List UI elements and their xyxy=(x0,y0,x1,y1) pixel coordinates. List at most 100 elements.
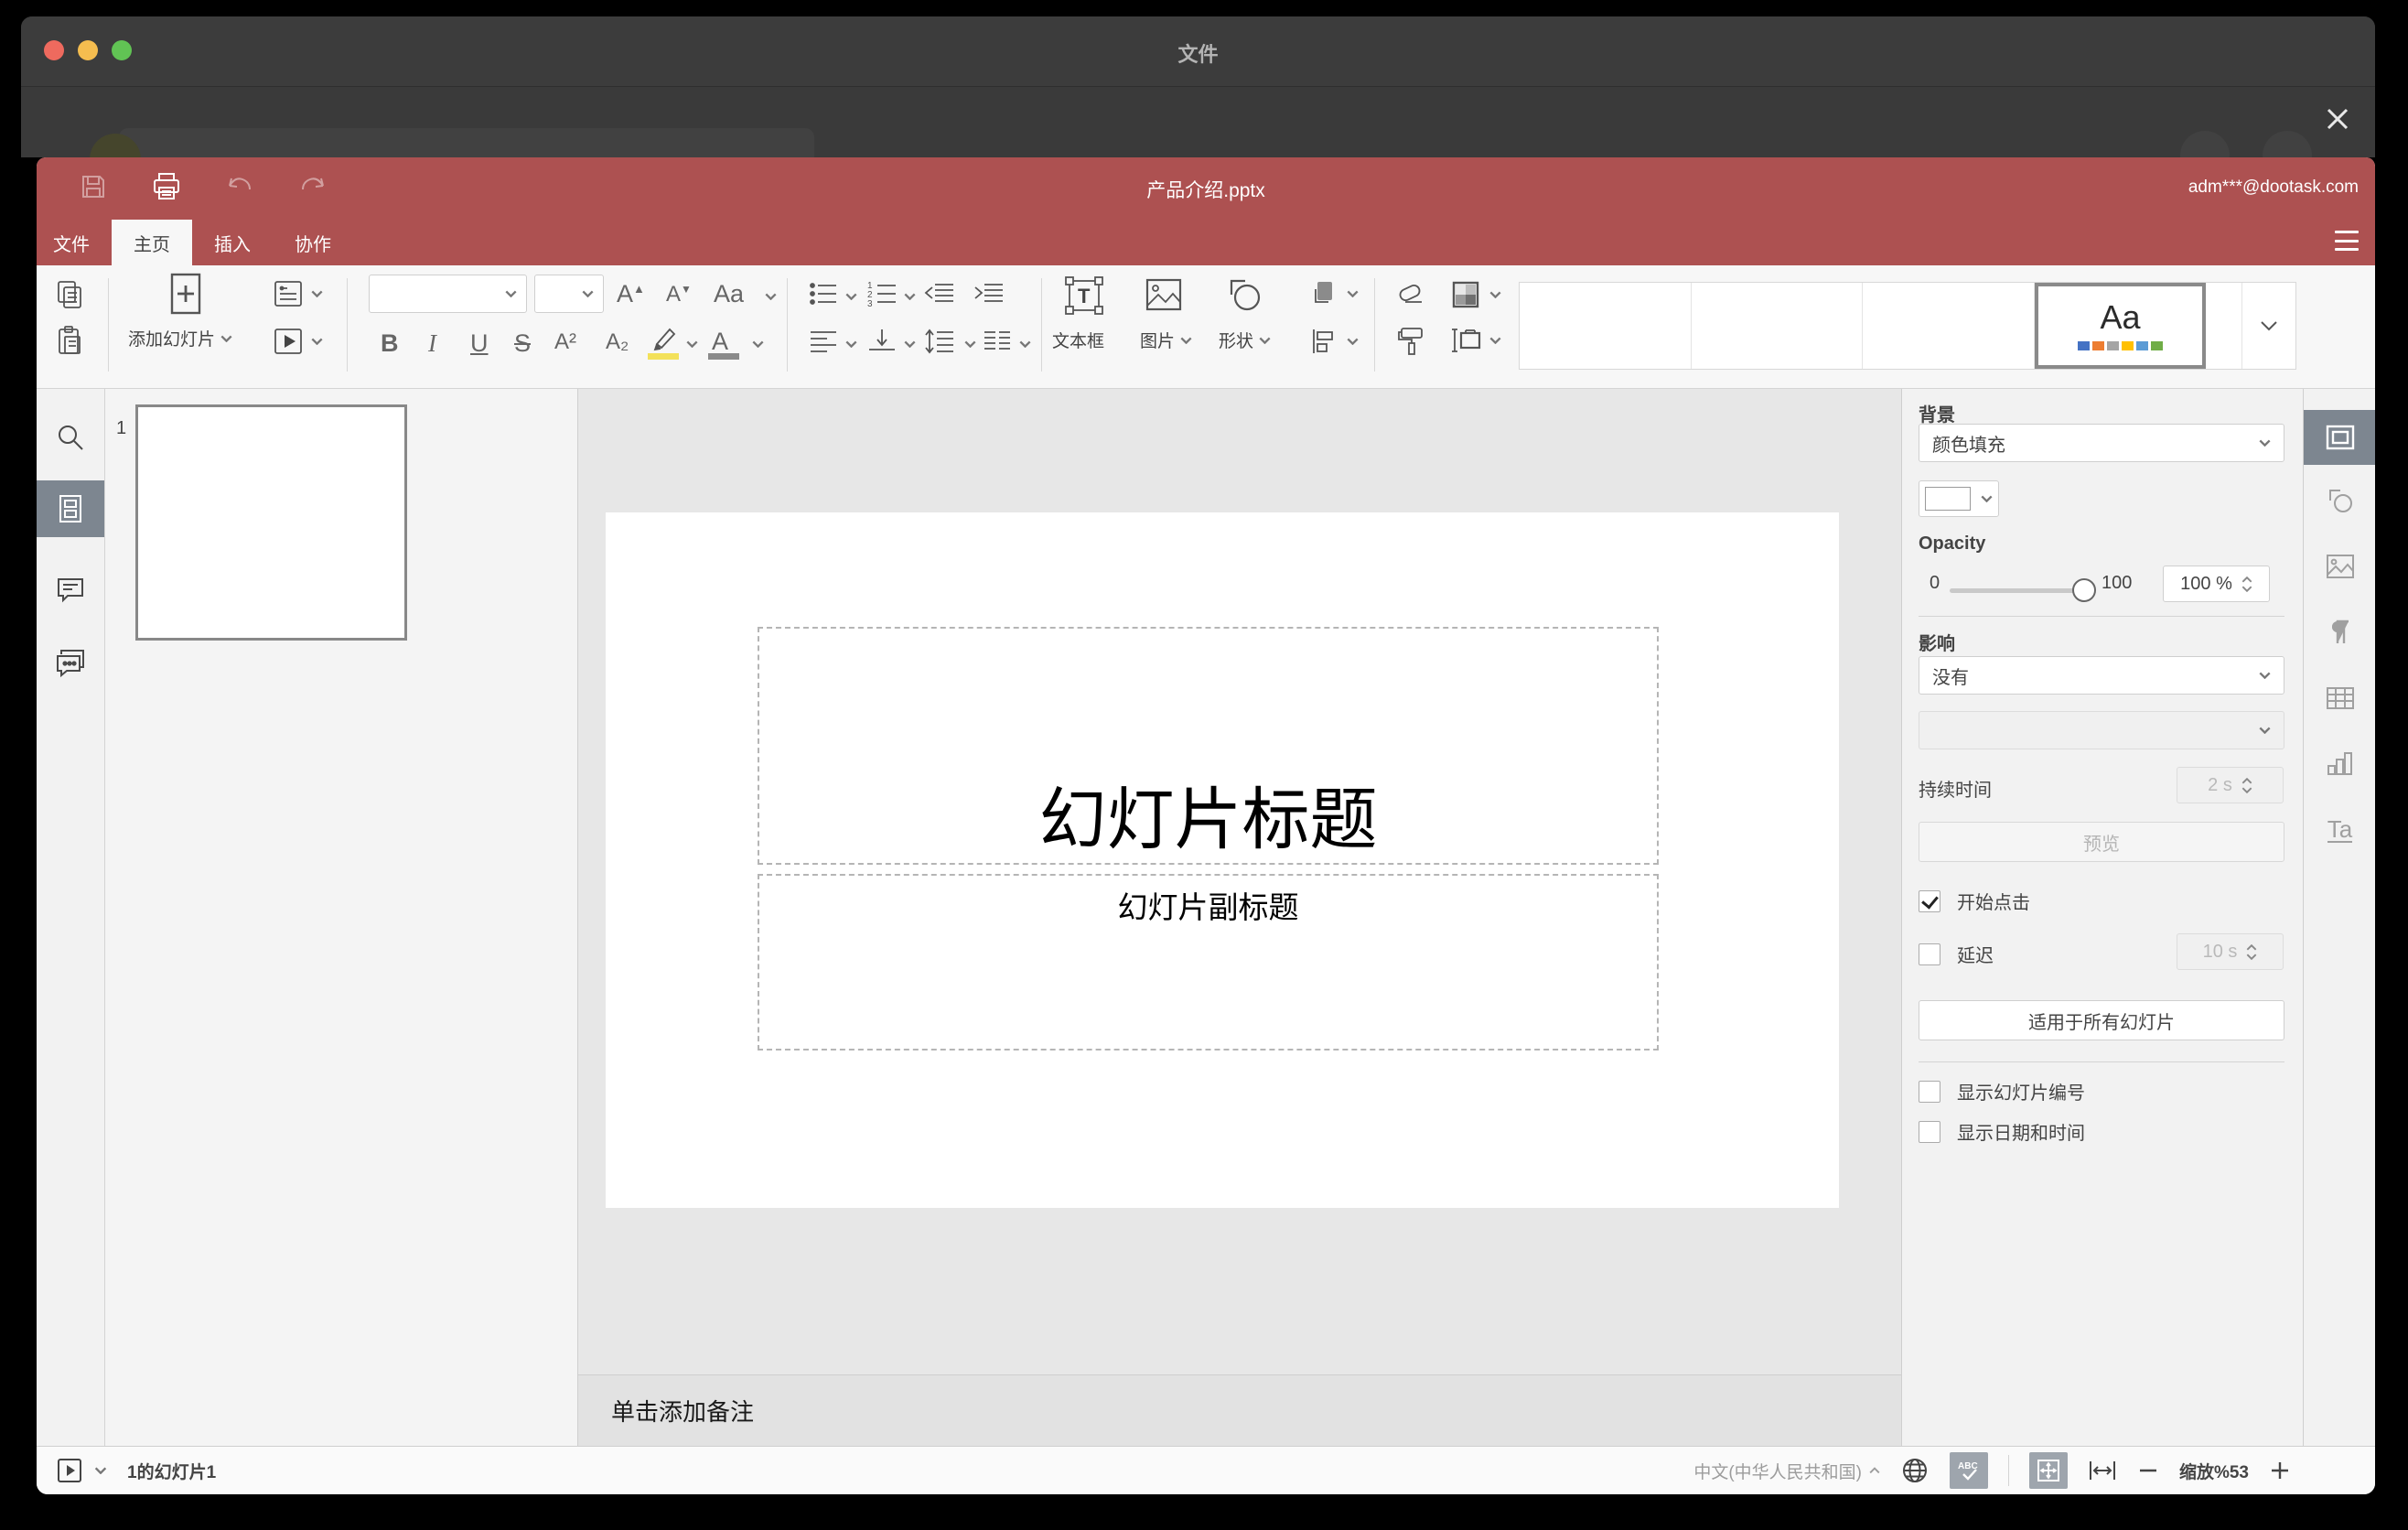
chevron-down-icon[interactable] xyxy=(845,293,857,300)
bullets-button[interactable] xyxy=(807,278,840,309)
fit-to-slide-icon[interactable] xyxy=(2028,1452,2068,1489)
copy-style-button[interactable] xyxy=(1394,324,1427,359)
font-name-input[interactable] xyxy=(369,275,527,313)
shape-icon[interactable] xyxy=(1222,273,1266,317)
chart-settings-icon[interactable] xyxy=(2304,737,2375,792)
theme-thumbnail[interactable] xyxy=(2206,283,2241,369)
align-shape-button[interactable] xyxy=(1306,324,1359,359)
subscript-button[interactable]: A₂ xyxy=(606,329,629,355)
subtitle-placeholder[interactable]: 幻灯片副标题 xyxy=(758,874,1659,1051)
image-button[interactable]: 图片 xyxy=(1140,328,1192,352)
font-color-button[interactable]: A xyxy=(712,328,728,356)
slide[interactable]: 幻灯片标题 幻灯片副标题 xyxy=(606,512,1839,1208)
copy-button[interactable] xyxy=(53,278,86,311)
slide-layout-button[interactable] xyxy=(271,276,323,311)
effect-select[interactable]: 没有 xyxy=(1919,656,2284,695)
horizontal-align-button[interactable] xyxy=(807,326,840,357)
tab-file[interactable]: 文件 xyxy=(37,220,112,265)
superscript-button[interactable]: A² xyxy=(554,329,576,355)
opacity-value-input[interactable]: 100 % xyxy=(2163,566,2270,602)
theme-gallery-expand-button[interactable] xyxy=(2241,283,2295,369)
paragraph-settings-icon[interactable] xyxy=(2304,605,2375,660)
color-scheme-button[interactable] xyxy=(1449,278,1501,311)
document-language-icon[interactable] xyxy=(1900,1456,1930,1485)
chevron-down-icon[interactable] xyxy=(904,293,916,300)
arrange-shape-button[interactable] xyxy=(1306,276,1359,311)
show-date-time-checkbox[interactable]: 显示日期和时间 xyxy=(1919,1118,2085,1145)
chevron-down-icon[interactable] xyxy=(94,1467,107,1474)
line-spacing-button[interactable] xyxy=(922,326,957,357)
preview-button[interactable]: 预览 xyxy=(1919,822,2284,862)
slide-size-button[interactable] xyxy=(1449,324,1501,357)
checkbox-icon[interactable] xyxy=(1919,943,1940,965)
textbox-icon[interactable]: T xyxy=(1061,273,1107,318)
chevron-down-icon[interactable] xyxy=(686,340,698,348)
clear-style-button[interactable] xyxy=(1394,278,1429,309)
shape-button[interactable]: 形状 xyxy=(1219,328,1271,352)
theme-thumbnail-selected[interactable]: Aa xyxy=(2034,283,2207,369)
effect-variant-select[interactable] xyxy=(1919,711,2284,749)
spinner-arrows-icon[interactable] xyxy=(2241,777,2252,793)
zoom-out-icon[interactable] xyxy=(2137,1460,2159,1482)
notes-area[interactable]: 单击添加备注 xyxy=(578,1374,1901,1446)
search-icon[interactable] xyxy=(37,409,104,466)
delay-input[interactable]: 10 s xyxy=(2177,933,2284,970)
textbox-button[interactable]: 文本框 xyxy=(1052,328,1104,352)
checkbox-icon[interactable] xyxy=(1919,1120,1940,1143)
columns-button[interactable] xyxy=(981,326,1014,357)
decrease-font-size-button[interactable]: A▼ xyxy=(666,282,692,307)
close-icon[interactable] xyxy=(2325,106,2350,132)
comments-icon[interactable] xyxy=(37,561,104,618)
chevron-down-icon[interactable] xyxy=(845,340,857,348)
shape-settings-icon[interactable] xyxy=(2304,473,2375,528)
image-settings-icon[interactable] xyxy=(2304,539,2375,594)
start-slideshow-button[interactable] xyxy=(271,324,323,359)
chat-icon[interactable] xyxy=(37,634,104,691)
checkbox-checked-icon[interactable] xyxy=(1919,889,1940,912)
start-slideshow-status-button[interactable] xyxy=(56,1457,83,1484)
vertical-align-button[interactable] xyxy=(865,326,898,357)
change-case-button[interactable]: Aa xyxy=(714,280,744,308)
fill-type-select[interactable]: 颜色填充 xyxy=(1919,424,2284,462)
spinner-arrows-icon[interactable] xyxy=(2241,576,2252,592)
show-slide-number-checkbox[interactable]: 显示幻灯片编号 xyxy=(1919,1078,2085,1104)
spellcheck-icon[interactable]: ABC xyxy=(1949,1452,1988,1489)
decrease-indent-button[interactable] xyxy=(922,278,957,309)
chevron-down-icon[interactable] xyxy=(904,340,916,348)
menu-icon[interactable] xyxy=(2335,231,2359,251)
bold-button[interactable]: B xyxy=(381,329,399,358)
textart-settings-icon[interactable]: Ta xyxy=(2304,803,2375,857)
tab-insert[interactable]: 插入 xyxy=(192,220,273,265)
image-icon[interactable] xyxy=(1142,273,1186,317)
tab-collaboration[interactable]: 协作 xyxy=(273,220,353,265)
apply-to-all-slides-button[interactable]: 适用于所有幻灯片 xyxy=(1919,1000,2284,1040)
slide-thumbnail[interactable] xyxy=(135,404,407,641)
theme-thumbnail[interactable] xyxy=(1691,283,1864,369)
duration-input[interactable]: 2 s xyxy=(2177,767,2284,803)
strikethrough-button[interactable]: S xyxy=(514,329,531,358)
slide-settings-icon[interactable] xyxy=(2304,410,2375,465)
theme-thumbnail[interactable] xyxy=(1520,283,1692,369)
opacity-slider-track[interactable] xyxy=(1950,588,2078,593)
underline-button[interactable]: U xyxy=(470,329,489,358)
numbering-button[interactable]: 123 xyxy=(865,278,898,309)
title-placeholder[interactable]: 幻灯片标题 xyxy=(758,627,1659,865)
checkbox-icon[interactable] xyxy=(1919,1080,1940,1103)
paste-button[interactable] xyxy=(53,324,86,357)
increase-font-size-button[interactable]: A▲ xyxy=(617,280,645,308)
delay-checkbox[interactable]: 延迟 xyxy=(1919,941,1994,967)
slides-panel-icon[interactable] xyxy=(37,480,104,537)
add-slide-button[interactable]: 添加幻灯片 xyxy=(128,326,232,350)
add-slide-icon[interactable] xyxy=(165,271,207,318)
italic-button[interactable]: I xyxy=(428,329,436,358)
fill-color-picker[interactable] xyxy=(1919,480,1999,517)
opacity-slider-knob[interactable] xyxy=(2072,578,2096,602)
font-size-input[interactable] xyxy=(534,275,604,313)
language-selector[interactable]: 中文(中华人民共和国) xyxy=(1693,1459,1880,1483)
spinner-arrows-icon[interactable] xyxy=(2246,943,2257,960)
chevron-down-icon[interactable] xyxy=(752,340,764,348)
chevron-down-icon[interactable] xyxy=(964,340,976,348)
tab-home[interactable]: 主页 xyxy=(112,220,192,265)
increase-indent-button[interactable] xyxy=(972,278,1006,309)
fit-to-width-icon[interactable] xyxy=(2088,1459,2117,1482)
